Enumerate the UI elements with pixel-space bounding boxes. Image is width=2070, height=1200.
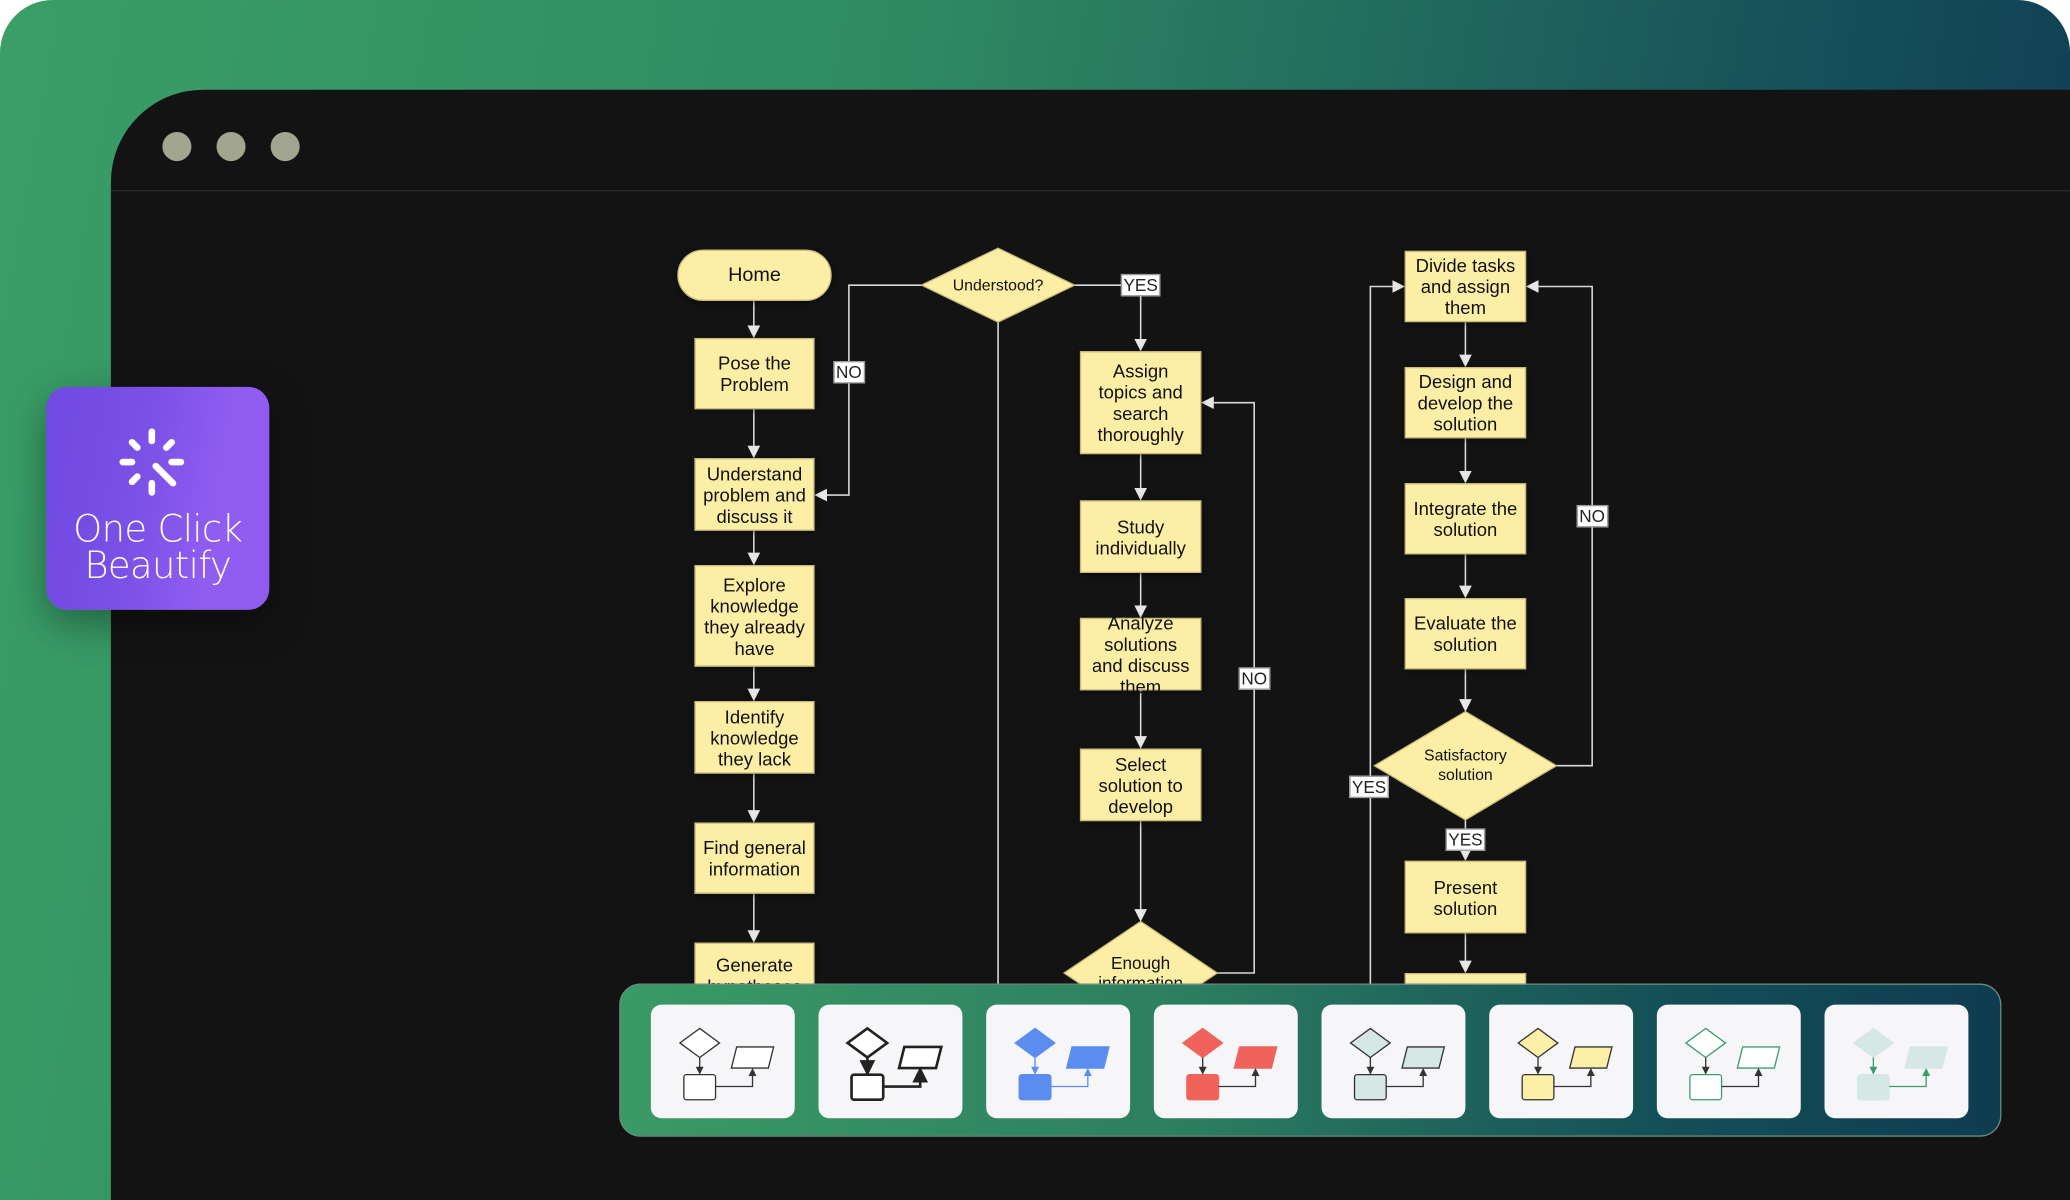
label-yes: YES: [1349, 775, 1389, 799]
preview-connector: [1386, 1068, 1428, 1088]
node-explore-knowledge[interactable]: Explore knowledge they already have: [694, 565, 815, 667]
theme-preview-icon: [1852, 1027, 1949, 1101]
node-analyze-solutions[interactable]: Analyze solutions and discuss them: [1079, 612, 1202, 696]
node-select-solution[interactable]: Select solution to develop: [1079, 748, 1202, 822]
theme-preview-icon: [1517, 1027, 1613, 1101]
stage: Home Pose the Problem Understand problem…: [0, 0, 2070, 1200]
label-yes: YES: [1445, 828, 1486, 851]
preview-connector: [883, 1066, 929, 1088]
preview-parallelogram: [1736, 1046, 1781, 1069]
theme-card-yellow[interactable]: [1489, 1004, 1634, 1119]
preview-parallelogram: [897, 1045, 943, 1070]
preview-diamond: [1349, 1027, 1392, 1059]
node-divide-tasks[interactable]: Divide tasks and assign them: [1404, 250, 1527, 323]
decision-satisfactory-text: Satisfactory solution: [1424, 745, 1507, 785]
node-evaluate[interactable]: Evaluate the solution: [1404, 598, 1527, 670]
theme-card-outline-bold[interactable]: [818, 1004, 963, 1119]
flowchart-canvas: Home Pose the Problem Understand problem…: [0, 0, 2070, 985]
label-no: NO: [1576, 504, 1608, 528]
preview-rect: [683, 1073, 717, 1101]
preview-connector: [715, 1068, 757, 1088]
node-pose-problem[interactable]: Pose the Problem: [694, 337, 815, 410]
theme-preview-icon: [678, 1027, 775, 1101]
connector-no: [814, 284, 922, 502]
label-no: NO: [833, 361, 865, 384]
preview-rect: [1186, 1073, 1220, 1101]
preview-rect: [1018, 1073, 1052, 1101]
preview-diamond: [1684, 1027, 1727, 1059]
preview-diamond: [1852, 1027, 1895, 1059]
theme-preview-icon: [1684, 1027, 1781, 1101]
node-present-solution[interactable]: Present solution: [1404, 860, 1527, 934]
theme-preview-icon: [1181, 1027, 1278, 1101]
preview-diamond: [845, 1026, 890, 1060]
preview-diamond: [1517, 1027, 1559, 1059]
node-study-individually[interactable]: Study individually: [1079, 500, 1202, 573]
node-find-information[interactable]: Find general information: [694, 822, 815, 894]
node-generate-hypotheses[interactable]: Generate hypotheses: [694, 942, 815, 985]
connector-yes: [1369, 280, 1405, 985]
preview-connector: [1218, 1068, 1260, 1088]
theme-card-green-outline[interactable]: [1656, 1004, 1801, 1119]
preview-diamond: [1014, 1027, 1056, 1059]
preview-rect: [1856, 1073, 1890, 1101]
preview-rect: [1521, 1073, 1555, 1101]
preview-parallelogram: [1568, 1046, 1613, 1069]
node-understand-problem[interactable]: Understand problem and discuss it: [694, 458, 815, 531]
preview-parallelogram: [1401, 1046, 1446, 1069]
preview-connector: [1050, 1068, 1092, 1088]
node-integrate[interactable]: Integrate the solution: [1404, 483, 1527, 555]
theme-preview-icon: [1349, 1027, 1446, 1101]
preview-parallelogram: [1233, 1046, 1278, 1069]
preview-diamond: [678, 1027, 721, 1059]
decision-enough-text: Enough information: [1098, 953, 1184, 985]
preview-parallelogram: [1065, 1046, 1110, 1069]
preview-rect: [850, 1073, 885, 1102]
label-yes: YES: [1120, 273, 1161, 297]
decision-understood-text: Understood?: [952, 275, 1044, 294]
flowchart-connectors: [747, 247, 1593, 985]
preview-parallelogram: [1904, 1046, 1949, 1069]
theme-card-outline-thin[interactable]: [650, 1004, 795, 1119]
theme-card-blue[interactable]: [986, 1004, 1131, 1119]
preview-connector: [1889, 1068, 1931, 1088]
label-no: NO: [1238, 667, 1270, 690]
theme-preview-icon: [1014, 1027, 1110, 1101]
preview-parallelogram: [730, 1046, 775, 1069]
theme-preview-icon: [845, 1026, 943, 1102]
one-click-beautify-button[interactable]: One Click Beautify: [46, 386, 270, 610]
magic-wand-sparkle-icon: [119, 428, 185, 496]
node-home[interactable]: Home: [677, 249, 832, 302]
theme-card-light-teal[interactable]: [1321, 1004, 1466, 1119]
theme-picker-panel: [619, 983, 2002, 1137]
preview-rect: [1353, 1073, 1387, 1101]
badge-label: One Click Beautify: [46, 510, 269, 588]
node-identify-knowledge[interactable]: Identify knowledge they lack: [694, 701, 815, 774]
preview-connector: [1721, 1068, 1763, 1088]
preview-connector: [1553, 1068, 1595, 1088]
node-design-develop[interactable]: Design and develop the solution: [1404, 367, 1527, 439]
preview-rect: [1689, 1073, 1723, 1101]
theme-card-red[interactable]: [1153, 1004, 1298, 1119]
preview-diamond: [1181, 1027, 1224, 1059]
theme-card-pale-teal[interactable]: [1824, 1004, 1969, 1119]
node-assign-topics[interactable]: Assign topics and search thoroughly: [1079, 351, 1202, 455]
badge-label-line2: Beautify: [84, 543, 232, 588]
